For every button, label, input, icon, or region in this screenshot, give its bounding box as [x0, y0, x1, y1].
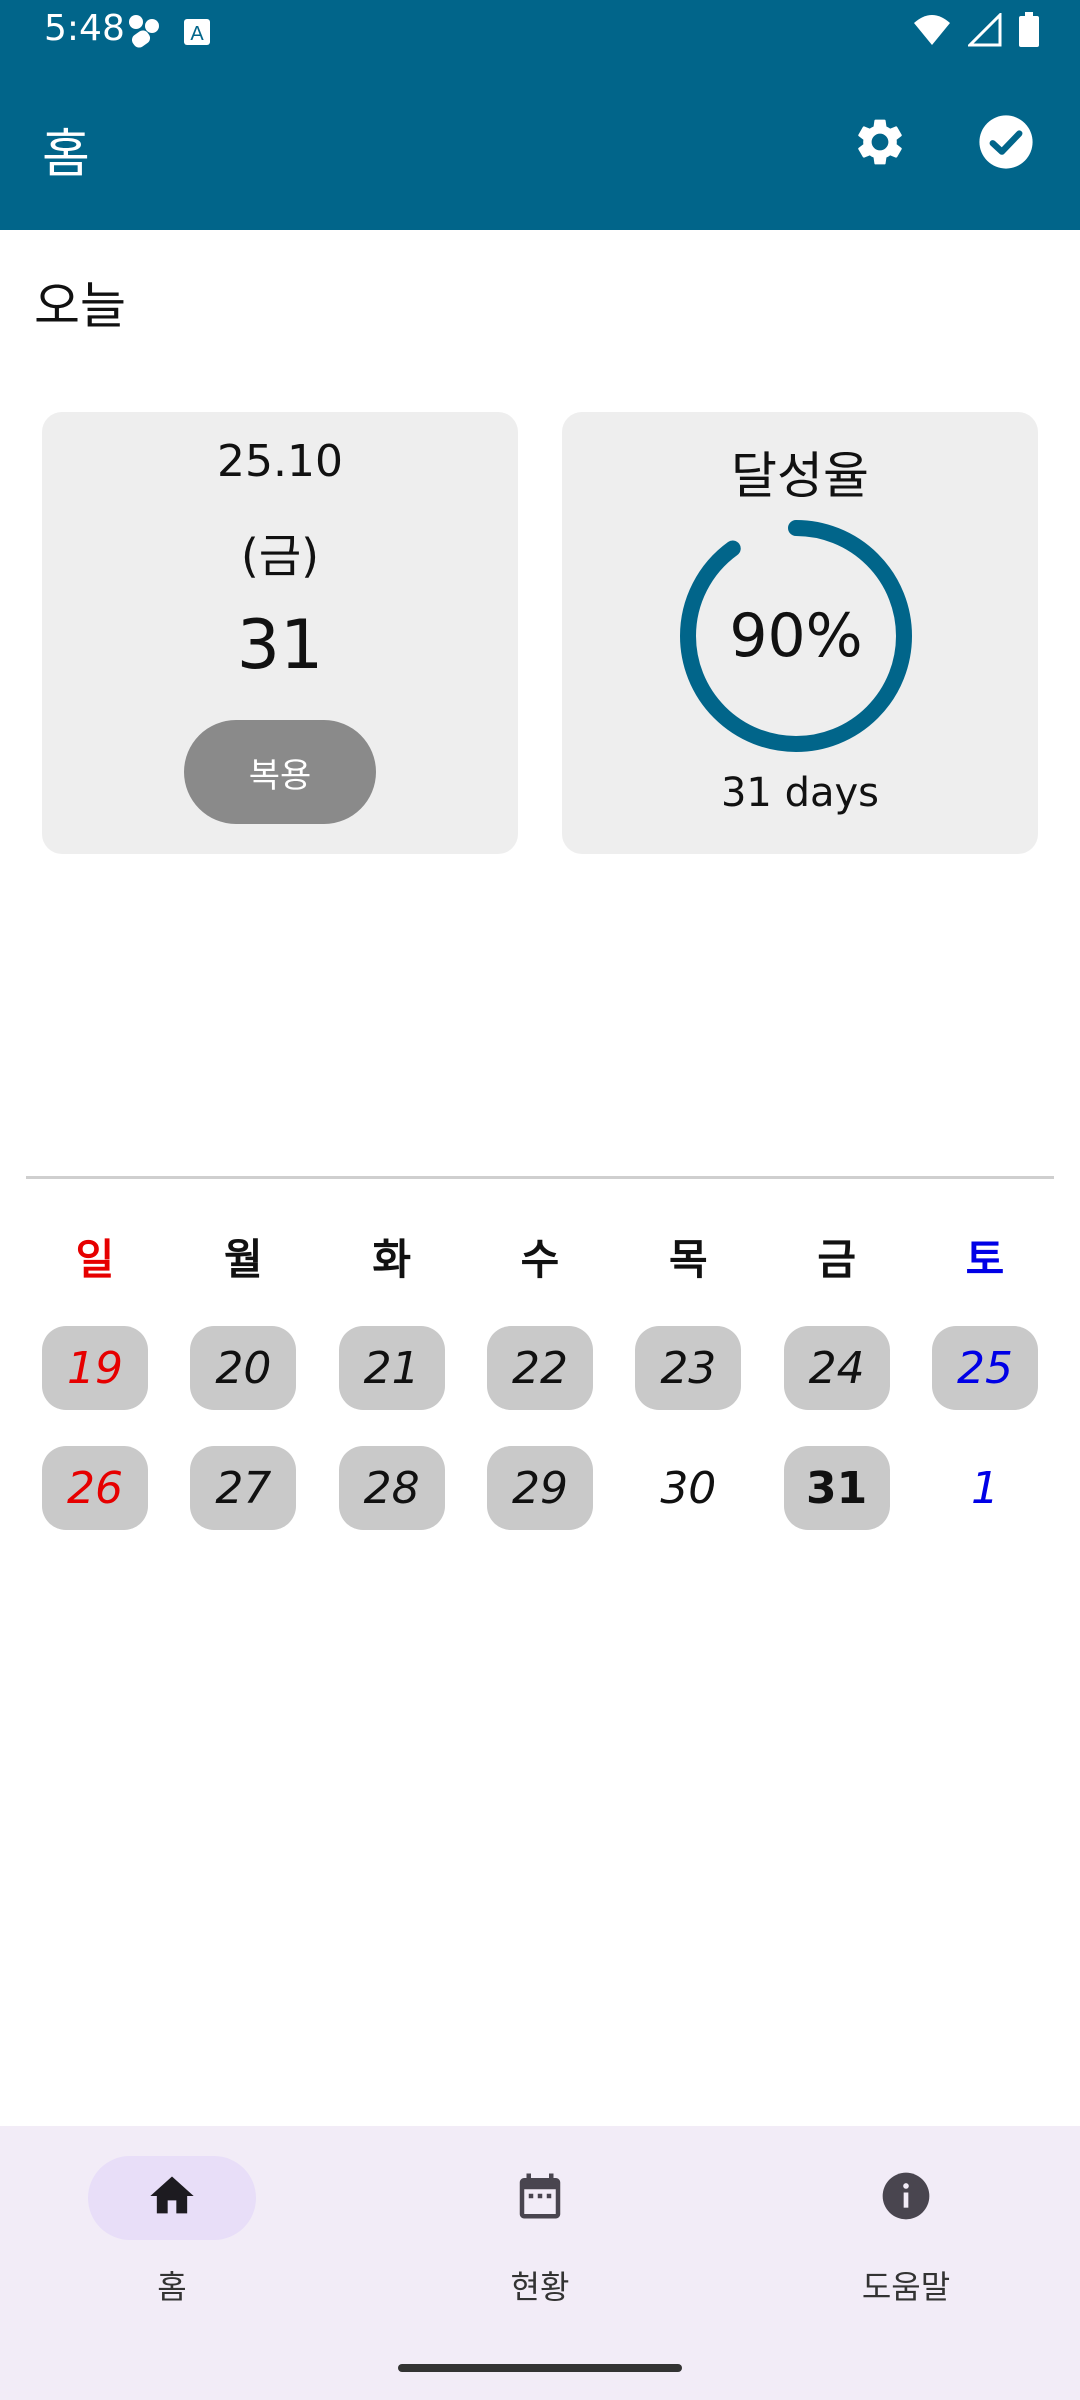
home-icon: [146, 2170, 198, 2226]
date-day: 31: [236, 606, 324, 685]
nav-label-home: 홈: [157, 2268, 187, 2306]
weekday-sat: 토: [965, 1235, 1005, 1284]
calendar-day[interactable]: 22: [486, 1326, 593, 1410]
calendar-day[interactable]: 21: [338, 1326, 445, 1410]
calendar-week-row: 26 27 28 29 30 31 1: [24, 1446, 1056, 1530]
achievement-days: 31 days: [720, 770, 880, 816]
achievement-title: 달성율: [731, 447, 869, 505]
calendar-day[interactable]: 25: [931, 1326, 1038, 1410]
app-notification-icon: [124, 12, 164, 56]
weekday-fri: 금: [817, 1235, 856, 1284]
bottom-navigation: 홈 현황 도움말: [0, 2126, 1080, 2400]
calendar-day[interactable]: 28: [338, 1446, 445, 1530]
weekday-mon: 월: [224, 1235, 263, 1284]
calendar: 일 월 화 수 목 금 토 19 20 21 22 23 24 25 26 27…: [24, 1220, 1056, 1530]
svg-text:A: A: [190, 23, 204, 45]
achievement-percent: 90%: [729, 601, 863, 671]
accessibility-a-icon: A: [182, 17, 212, 51]
calendar-day[interactable]: 19: [42, 1326, 148, 1410]
nav-item-home[interactable]: 홈: [52, 2156, 292, 2316]
nav-item-status[interactable]: 현황: [420, 2156, 660, 2316]
calendar-day[interactable]: 20: [190, 1326, 297, 1410]
gesture-navigation-bar[interactable]: [398, 2364, 682, 2372]
info-icon: [878, 2168, 934, 2228]
calendar-day[interactable]: 29: [486, 1446, 593, 1530]
achievement-card: 달성율 90% 31 days: [562, 412, 1038, 854]
take-medication-button[interactable]: 복용: [184, 720, 376, 824]
calendar-day[interactable]: 27: [190, 1446, 297, 1530]
page-title: 홈: [42, 125, 90, 185]
nav-active-indicator: [88, 2156, 256, 2240]
calendar-week-row: 19 20 21 22 23 24 25: [24, 1326, 1056, 1410]
weekday-tue: 화: [372, 1235, 411, 1284]
calendar-day[interactable]: 26: [42, 1446, 148, 1530]
weekday-header: 일 월 화 수 목 금 토: [24, 1220, 1056, 1300]
nav-icon-container: [456, 2156, 624, 2240]
weekday-thu: 목: [668, 1235, 708, 1284]
calendar-day[interactable]: 23: [635, 1326, 742, 1410]
section-title-today: 오늘: [34, 277, 126, 335]
calendar-day[interactable]: 1: [932, 1446, 1038, 1530]
check-circle-icon: [977, 113, 1035, 175]
date-year-month: 25.10: [217, 436, 343, 487]
nav-label-help: 도움말: [861, 2268, 951, 2306]
settings-icon: [852, 114, 908, 174]
calendar-day[interactable]: 24: [783, 1326, 890, 1410]
calendar-icon: [513, 2169, 567, 2227]
date-weekday: (금): [240, 529, 320, 583]
calendar-day-today[interactable]: 31: [783, 1446, 890, 1530]
nav-icon-container: [822, 2156, 990, 2240]
wifi-icon: [912, 13, 952, 51]
status-right-icons: [912, 11, 1040, 52]
nav-label-status: 현황: [510, 2268, 570, 2306]
weekday-sun: 일: [75, 1235, 115, 1284]
settings-button[interactable]: [848, 112, 912, 176]
today-card: 25.10 (금) 31 복용: [42, 412, 518, 854]
status-left-icons: A: [124, 12, 212, 56]
divider: [26, 1176, 1054, 1179]
app-bar: 홈: [0, 62, 1080, 230]
battery-icon: [1018, 12, 1040, 52]
status-time: 5:48: [44, 8, 125, 49]
nav-item-help[interactable]: 도움말: [786, 2156, 1026, 2316]
signal-icon: [966, 11, 1002, 51]
confirm-button[interactable]: [974, 112, 1038, 176]
calendar-day[interactable]: 30: [635, 1446, 741, 1530]
weekday-wed: 수: [520, 1235, 560, 1284]
status-bar: 5:48 A: [0, 0, 1080, 62]
